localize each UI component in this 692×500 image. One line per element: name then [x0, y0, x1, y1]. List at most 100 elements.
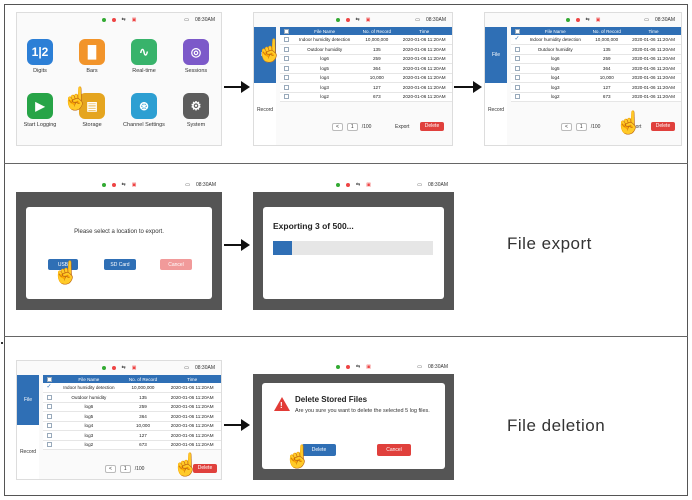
row-checkbox[interactable] [511, 82, 523, 93]
table-row[interactable]: log6 259 2020-01-06 11:20AM [43, 402, 221, 412]
table-row[interactable]: log2 673 2020-01-06 11:20AM [280, 92, 452, 102]
channel-settings-icon[interactable]: ⊛ [131, 93, 157, 119]
sessions-icon[interactable]: ◎ [183, 39, 209, 65]
cancel-button[interactable]: Cancel [160, 259, 192, 270]
checkbox-icon[interactable] [283, 37, 289, 43]
column-time[interactable]: Time [626, 27, 681, 35]
digits-icon[interactable]: 1|2 [27, 39, 53, 65]
table-row[interactable]: Outdoor humidity 135 2020-01-06 11:20AM [280, 44, 452, 55]
row-checkbox[interactable] [511, 92, 523, 102]
system-icon[interactable]: ⚙ [183, 93, 209, 119]
page-number[interactable]: 1 [346, 123, 358, 131]
prev-page-button[interactable]: < [105, 465, 116, 473]
column-time[interactable]: Time [396, 27, 452, 35]
checkbox-icon[interactable] [46, 376, 52, 382]
row-checkbox[interactable]: ✓ [511, 35, 523, 45]
checkbox-icon[interactable] [46, 432, 52, 438]
column-record-count[interactable]: No. of Record [357, 27, 397, 35]
checkbox-icon[interactable] [514, 56, 520, 62]
check-icon[interactable]: ✓ [46, 384, 52, 391]
row-checkbox[interactable]: ✓ [43, 383, 55, 393]
row-checkbox[interactable] [43, 421, 55, 431]
table-row[interactable]: log4 10,000 2020-01-06 11:20AM [43, 421, 221, 431]
table-row[interactable]: log4 10,000 2020-01-06 11:20AM [511, 73, 681, 83]
row-checkbox[interactable] [280, 63, 292, 74]
checkbox-icon[interactable] [514, 75, 520, 81]
row-checkbox[interactable] [43, 430, 55, 441]
row-checkbox[interactable] [43, 440, 55, 450]
table-row[interactable]: log5 364 2020-01-06 11:20AM [511, 63, 681, 74]
checkbox-icon[interactable] [46, 394, 52, 400]
delete-button[interactable]: Delete [651, 122, 675, 131]
sd-card-button[interactable]: SD Card [104, 259, 136, 270]
checkbox-icon[interactable] [283, 56, 289, 62]
table-row[interactable]: log3 127 2020-01-06 11:20AM [511, 82, 681, 93]
row-checkbox[interactable] [511, 63, 523, 74]
checkbox-icon[interactable] [283, 94, 289, 100]
checkbox-icon[interactable] [514, 84, 520, 90]
table-row[interactable]: log2 673 2020-01-06 11:20AM [43, 440, 221, 450]
column-record-count[interactable]: No. of Record [122, 375, 164, 383]
table-row[interactable]: log6 259 2020-01-06 11:20AM [280, 54, 452, 64]
checkbox-icon[interactable] [514, 65, 520, 71]
sidebar-item-record[interactable]: Record [17, 449, 39, 455]
row-checkbox[interactable] [43, 411, 55, 422]
checkbox-icon[interactable] [283, 28, 289, 34]
cancel-delete-button[interactable]: Cancel [377, 444, 411, 456]
table-row[interactable]: log3 127 2020-01-06 11:20AM [43, 430, 221, 441]
cell-time: 2020-01-06 11:20AM [626, 92, 681, 102]
checkbox-icon[interactable] [514, 28, 520, 34]
row-checkbox[interactable] [280, 92, 292, 102]
bars-icon[interactable]: ▐▌ [79, 39, 105, 65]
checkbox-icon[interactable] [46, 423, 52, 429]
checkbox-icon[interactable] [514, 94, 520, 100]
export-button[interactable]: Export [395, 124, 409, 130]
row-checkbox[interactable] [511, 73, 523, 83]
checkbox-icon[interactable] [283, 75, 289, 81]
table-row[interactable]: Indoor humidity detection 10,000,000 2020-… [280, 35, 452, 45]
play-icon[interactable]: ▶ [27, 93, 53, 119]
realtime-icon[interactable]: ∿ [131, 39, 157, 65]
table-row[interactable]: log2 673 2020-01-06 11:20AM [511, 92, 681, 102]
table-row[interactable]: ✓ Indoor humidity detection 10,000,000 2020… [511, 35, 681, 45]
prev-page-button[interactable]: < [561, 123, 572, 131]
sidebar-item-record[interactable]: Record [254, 107, 276, 113]
table-row[interactable]: ✓ Indoor humidity detection 10,000,000 2020… [43, 383, 221, 393]
table-row[interactable]: log6 259 2020-01-06 11:20AM [511, 54, 681, 64]
column-time[interactable]: Time [163, 375, 221, 383]
checkbox-icon[interactable] [46, 413, 52, 419]
prev-page-button[interactable]: < [332, 123, 343, 131]
table-row[interactable]: Outdoor humidity 135 2020-01-06 11:20AM [43, 392, 221, 403]
column-file-name[interactable]: File Name [55, 375, 123, 383]
check-icon[interactable]: ✓ [514, 36, 520, 43]
checkbox-icon[interactable] [283, 84, 289, 90]
table-row[interactable]: Outdoor humidity 135 2020-01-06 11:20AM [511, 44, 681, 55]
checkbox-icon[interactable] [283, 46, 289, 52]
page-number[interactable]: 1 [575, 123, 587, 131]
checkbox-icon[interactable] [46, 442, 52, 448]
table-row[interactable]: log3 127 2020-01-06 11:20AM [280, 82, 452, 93]
row-checkbox[interactable] [280, 73, 292, 83]
row-checkbox[interactable] [43, 402, 55, 412]
sidebar-item-record[interactable]: Record [485, 107, 507, 113]
row-checkbox[interactable] [511, 44, 523, 55]
column-file-name[interactable]: File Name [523, 27, 588, 35]
select-all-checkbox[interactable] [280, 27, 292, 35]
sidebar-item-file[interactable]: File [17, 375, 39, 425]
checkbox-icon[interactable] [514, 46, 520, 52]
row-checkbox[interactable] [43, 392, 55, 403]
checkbox-icon[interactable] [283, 65, 289, 71]
select-all-checkbox[interactable] [43, 375, 55, 383]
column-file-name[interactable]: File Name [292, 27, 358, 35]
page-number[interactable]: 1 [119, 465, 131, 473]
select-all-checkbox[interactable] [511, 27, 523, 35]
table-row[interactable]: log5 364 2020-01-06 11:20AM [280, 63, 452, 74]
checkbox-icon[interactable] [46, 404, 52, 410]
table-row[interactable]: log4 10,000 2020-01-06 11:20AM [280, 73, 452, 83]
row-checkbox[interactable] [280, 82, 292, 93]
table-row[interactable]: log5 364 2020-01-06 11:20AM [43, 411, 221, 422]
sidebar-item-file[interactable]: File [485, 27, 507, 83]
column-record-count[interactable]: No. of Record [587, 27, 627, 35]
delete-button[interactable]: Delete [420, 122, 444, 131]
row-checkbox[interactable] [511, 54, 523, 64]
